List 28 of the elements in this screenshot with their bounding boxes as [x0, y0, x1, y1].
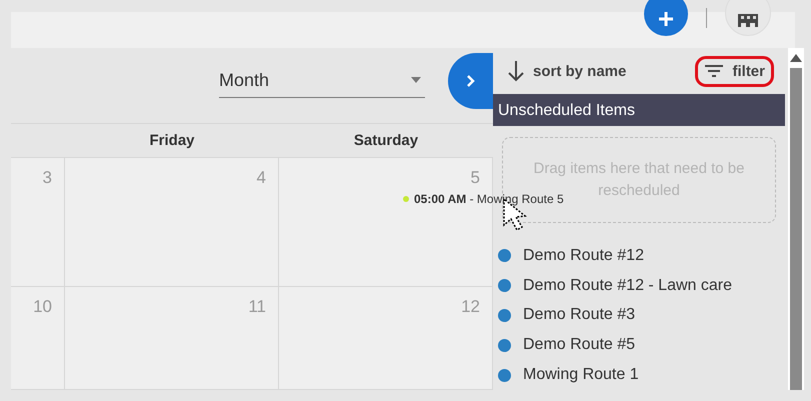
day-number: 5 [470, 168, 480, 188]
add-button[interactable] [644, 0, 688, 36]
account-button[interactable] [725, 0, 771, 36]
chevron-right-icon [466, 74, 476, 88]
unscheduled-item[interactable]: Mowing Route 1 [493, 360, 785, 390]
arrow-down-icon [507, 60, 525, 82]
panel-toggle-button[interactable] [448, 52, 493, 108]
sort-button[interactable]: sort by name [501, 56, 632, 86]
unscheduled-item[interactable]: Demo Route #5 [493, 330, 785, 360]
unscheduled-item[interactable]: Demo Route #12 [493, 240, 785, 271]
building-icon [737, 12, 759, 28]
unscheduled-item[interactable]: Demo Route #12 - Lawn care [493, 270, 785, 301]
scroll-up-icon[interactable] [790, 54, 802, 62]
caret-icon [411, 77, 421, 83]
view-select[interactable]: Month [219, 66, 425, 98]
day-number: 11 [248, 297, 266, 317]
panel-header: Unscheduled Items [493, 94, 785, 126]
filter-button[interactable]: filter [698, 58, 771, 84]
weekday-header: Saturday [354, 132, 418, 149]
event-label[interactable]: 05:00 AM - Mowing Route 5 [414, 192, 564, 206]
weekday-header: Friday [149, 132, 194, 149]
filter-icon [704, 64, 724, 78]
plus-icon [658, 10, 674, 26]
day-number: 12 [461, 297, 480, 317]
unscheduled-item[interactable]: Demo Route #3 [493, 300, 785, 330]
day-number: 4 [256, 168, 266, 188]
day-number: 10 [33, 297, 52, 317]
day-number: 3 [42, 168, 52, 188]
